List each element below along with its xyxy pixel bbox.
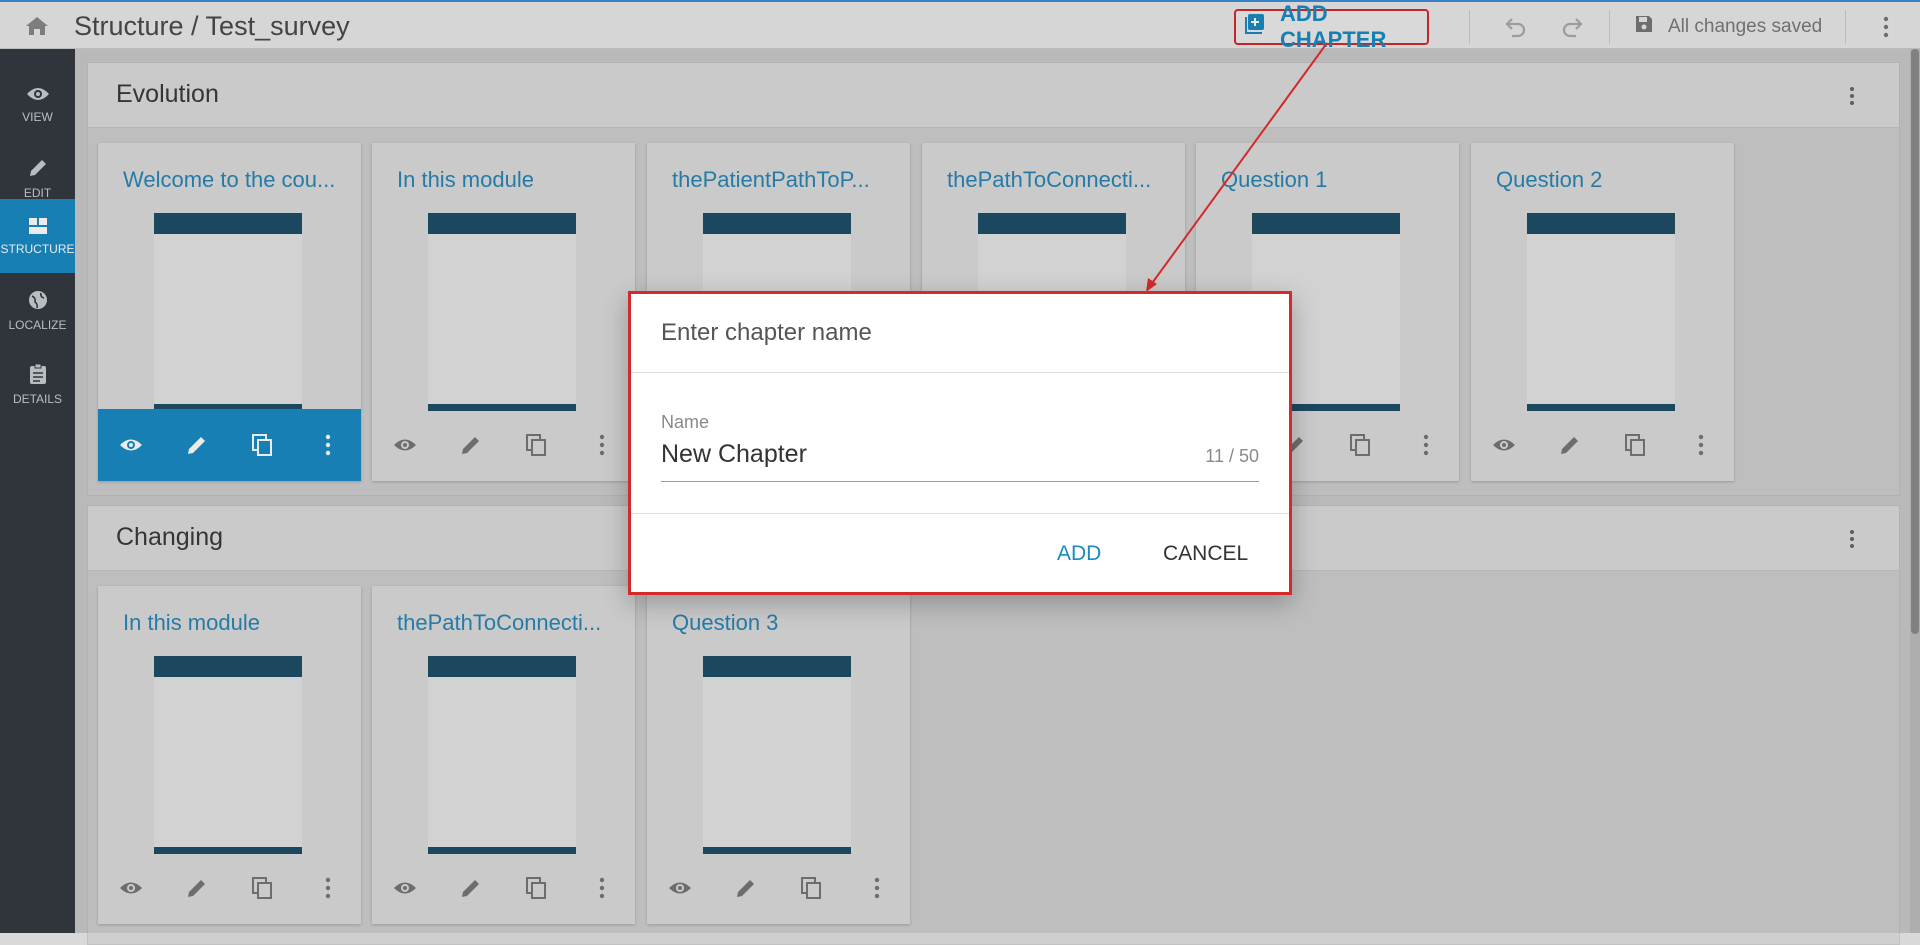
add-button[interactable]: ADD [1057,542,1101,566]
chapter-name-dialog: Enter chapter name Name 11 / 50 ADD CANC… [628,291,1292,595]
chapter-name-input[interactable] [661,440,1131,469]
divider [631,513,1289,514]
input-underline [661,481,1259,482]
char-counter: 11 / 50 [1205,446,1259,466]
cancel-button[interactable]: CANCEL [1163,542,1248,566]
name-field-label: Name [661,412,710,432]
dialog-title: Enter chapter name [661,319,872,346]
divider [631,372,1289,373]
